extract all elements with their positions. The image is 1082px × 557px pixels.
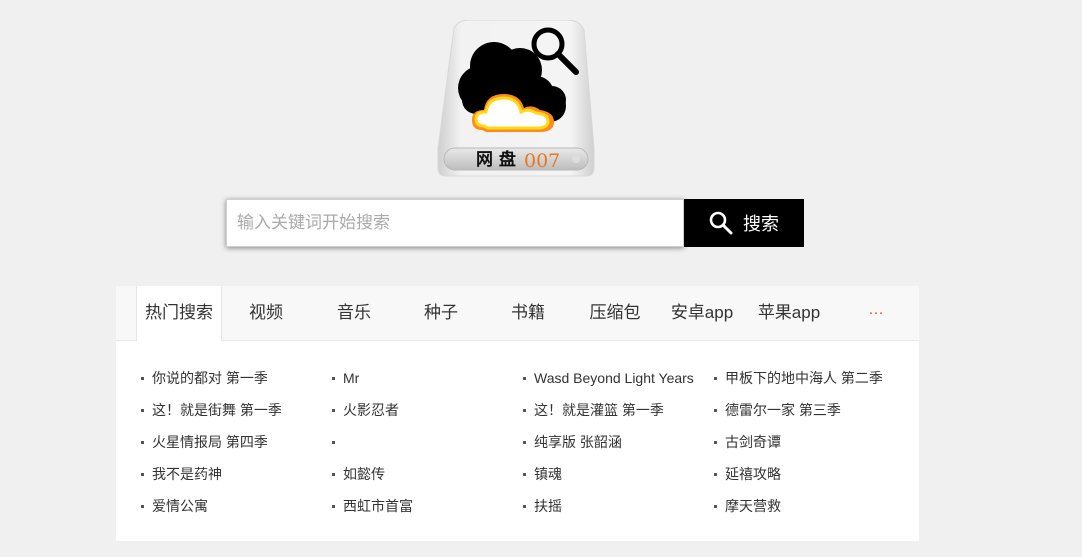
hot-column: Mr 火影忍者 如懿传 西虹市首富 (331, 362, 413, 522)
hot-search-panel: 热门搜索 视频 音乐 种子 书籍 压缩包 安卓app 苹果app ··· 你说的… (116, 286, 919, 541)
search-icon (709, 211, 733, 235)
hot-search-item[interactable]: 如懿传 (331, 458, 413, 490)
tab-music[interactable]: 音乐 (319, 286, 389, 341)
search-bar: 搜索 (226, 199, 804, 247)
tab-torrent[interactable]: 种子 (406, 286, 476, 341)
hot-search-item[interactable]: Wasd Beyond Light Years (522, 362, 694, 394)
hot-search-item[interactable]: 延禧攻略 (713, 458, 883, 490)
hot-search-item[interactable]: Mr (331, 362, 413, 394)
hot-column: 甲板下的地中海人 第二季 德雷尔一家 第三季 古剑奇谭 延禧攻略 摩天营救 (713, 362, 883, 522)
hot-search-item[interactable]: 古剑奇谭 (713, 426, 883, 458)
logo-text-cn: 网 盘 (476, 149, 516, 170)
hot-column: 你说的都对 第一季 这！就是街舞 第一季 火星情报局 第四季 我不是药神 爱情公… (140, 362, 282, 522)
hot-search-item[interactable]: 甲板下的地中海人 第二季 (713, 362, 883, 394)
hot-search-item[interactable]: 这！就是街舞 第一季 (140, 394, 282, 426)
hot-search-item[interactable]: 镇魂 (522, 458, 694, 490)
hot-search-item[interactable]: 爱情公寓 (140, 490, 282, 522)
hot-column: Wasd Beyond Light Years 这！就是灌篮 第一季 纯享版 张… (522, 362, 694, 522)
tab-ios-app[interactable]: 苹果app (752, 286, 826, 341)
hot-search-item[interactable]: 摩天营救 (713, 490, 883, 522)
hot-search-item[interactable]: 火星情报局 第四季 (140, 426, 282, 458)
hot-search-item[interactable] (331, 426, 413, 458)
category-tabs: 热门搜索 视频 音乐 种子 书籍 压缩包 安卓app 苹果app ··· (116, 286, 919, 341)
hot-search-item[interactable]: 西虹市首富 (331, 490, 413, 522)
logo-text-num: 007 (524, 150, 560, 172)
tab-books[interactable]: 书籍 (493, 286, 563, 341)
tab-hot-search[interactable]: 热门搜索 (136, 286, 222, 341)
search-input[interactable] (226, 199, 684, 247)
hot-search-item[interactable]: 你说的都对 第一季 (140, 362, 282, 394)
hot-search-item[interactable]: 纯享版 张韶涵 (522, 426, 694, 458)
hot-search-item[interactable]: 扶摇 (522, 490, 694, 522)
hot-search-item[interactable]: 我不是药神 (140, 458, 282, 490)
search-button[interactable]: 搜索 (684, 199, 804, 247)
hot-search-list: 你说的都对 第一季 这！就是街舞 第一季 火星情报局 第四季 我不是药神 爱情公… (116, 340, 919, 541)
tab-android-app[interactable]: 安卓app (665, 286, 739, 341)
hot-search-item[interactable]: 德雷尔一家 第三季 (713, 394, 883, 426)
tab-more[interactable]: ··· (856, 286, 896, 341)
search-button-label: 搜索 (743, 214, 779, 234)
hot-search-item[interactable]: 这！就是灌篮 第一季 (522, 394, 694, 426)
tab-archive[interactable]: 压缩包 (580, 286, 650, 341)
site-logo[interactable]: 网 盘 007 (436, 20, 596, 178)
tab-video[interactable]: 视频 (231, 286, 301, 341)
hot-search-item[interactable]: 火影忍者 (331, 394, 413, 426)
